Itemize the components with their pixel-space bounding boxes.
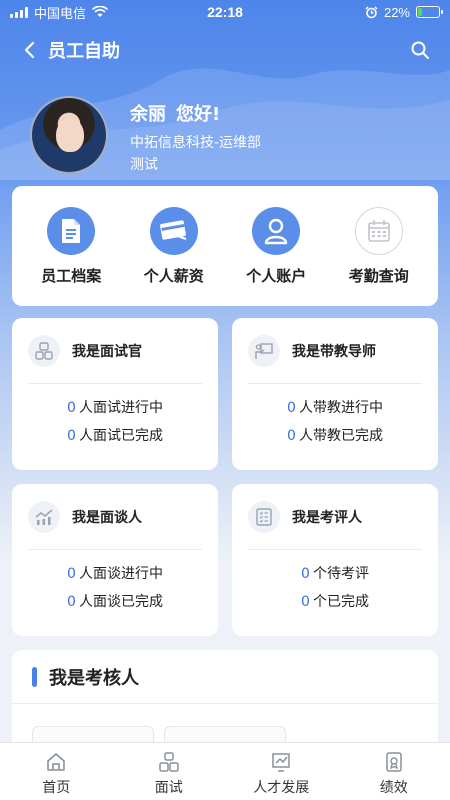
status-time: 22:18 xyxy=(207,4,243,20)
search-icon xyxy=(411,41,429,59)
alarm-icon xyxy=(365,5,378,18)
battery-percent: 22% xyxy=(383,4,410,20)
carrier-label: 中国电信 xyxy=(34,5,87,21)
interview-icon xyxy=(159,752,179,772)
calendar-icon xyxy=(354,206,403,255)
reviewer-card[interactable]: 我是考评人 0 个待考评 0 个已完成 xyxy=(232,484,438,636)
avatar[interactable] xyxy=(30,96,108,174)
mentor-card[interactable]: 我是带教导师 0 人带教进行中 0 人带教已完成 xyxy=(232,318,438,470)
tab-label: 面试 xyxy=(154,780,183,796)
bottom-tab-bar: 首页 面试 人才发展 绩效 xyxy=(0,742,450,800)
chevron-left-icon xyxy=(24,41,35,59)
quick-label: 考勤查询 xyxy=(348,266,409,285)
page-title: 员工自助 xyxy=(48,41,120,62)
salary-card-icon xyxy=(149,206,198,255)
stat-in-progress: 0 人面谈进行中 xyxy=(67,566,163,582)
battery-icon xyxy=(416,6,443,18)
stat-completed: 0 人带教已完成 xyxy=(287,428,383,444)
user-department: 中拓信息科技-运维部 xyxy=(130,135,262,151)
status-bar: 中国电信 22:18 22% xyxy=(0,0,450,24)
tab-home[interactable]: 首页 xyxy=(0,743,113,800)
performance-icon xyxy=(386,752,402,772)
quick-label: 个人薪资 xyxy=(143,266,204,285)
stat-completed: 0 个已完成 xyxy=(301,594,369,610)
back-button[interactable] xyxy=(18,38,42,62)
stat-completed: 0 人面试已完成 xyxy=(67,428,163,444)
interview-icon xyxy=(28,334,60,367)
battery-level xyxy=(418,8,422,16)
chart-growth-icon xyxy=(28,500,60,533)
tab-performance[interactable]: 绩效 xyxy=(338,743,450,800)
greeting-text: 您好! xyxy=(176,104,221,125)
quick-label: 个人账户 xyxy=(246,266,307,285)
card-title: 我是面谈人 xyxy=(72,509,142,526)
quick-item-employee-file[interactable]: 员工档案 xyxy=(21,206,121,286)
tab-label: 人才发展 xyxy=(253,780,310,796)
quick-label: 员工档案 xyxy=(41,266,102,285)
interview-talk-card[interactable]: 我是面谈人 0 人面谈进行中 0 人面谈已完成 xyxy=(12,484,218,636)
card-title: 我是考评人 xyxy=(292,509,362,526)
signal-icon xyxy=(10,6,28,18)
tab-label: 绩效 xyxy=(379,780,408,796)
section-accent-bar xyxy=(32,666,37,687)
search-button[interactable] xyxy=(408,38,432,62)
checklist-icon xyxy=(248,500,280,533)
section-title: 我是考核人 xyxy=(49,667,139,689)
wifi-icon xyxy=(92,6,109,17)
user-name: 余丽 xyxy=(130,104,166,125)
tab-talent-development[interactable]: 人才发展 xyxy=(225,743,338,800)
interviewer-card[interactable]: 我是面试官 0 人面试进行中 0 人面试已完成 xyxy=(12,318,218,470)
profile-section: 余丽 您好! 中拓信息科技-运维部 测试 xyxy=(30,96,430,176)
stat-pending: 0 个待考评 xyxy=(301,566,369,582)
quick-access-card: 员工档案 个人薪资 个人账户 考勤查询 xyxy=(12,186,438,306)
stat-in-progress: 0 人面试进行中 xyxy=(67,400,163,416)
quick-item-salary[interactable]: 个人薪资 xyxy=(124,206,224,286)
mentor-icon xyxy=(248,334,280,367)
nav-bar: 员工自助 xyxy=(0,28,450,72)
document-icon xyxy=(47,206,96,255)
tab-label: 首页 xyxy=(42,780,71,796)
talent-icon xyxy=(272,753,290,772)
quick-item-account[interactable]: 个人账户 xyxy=(226,206,326,286)
home-icon xyxy=(47,753,66,771)
stat-completed: 0 人面谈已完成 xyxy=(67,594,163,610)
card-title: 我是带教导师 xyxy=(292,343,376,360)
account-icon xyxy=(252,206,301,255)
profile-greeting: 余丽 您好! xyxy=(130,100,261,126)
stat-in-progress: 0 人带教进行中 xyxy=(287,400,383,416)
user-role: 测试 xyxy=(130,157,158,173)
quick-item-attendance[interactable]: 考勤查询 xyxy=(329,206,429,286)
card-title: 我是面试官 xyxy=(72,343,142,360)
tab-interview[interactable]: 面试 xyxy=(113,743,226,800)
